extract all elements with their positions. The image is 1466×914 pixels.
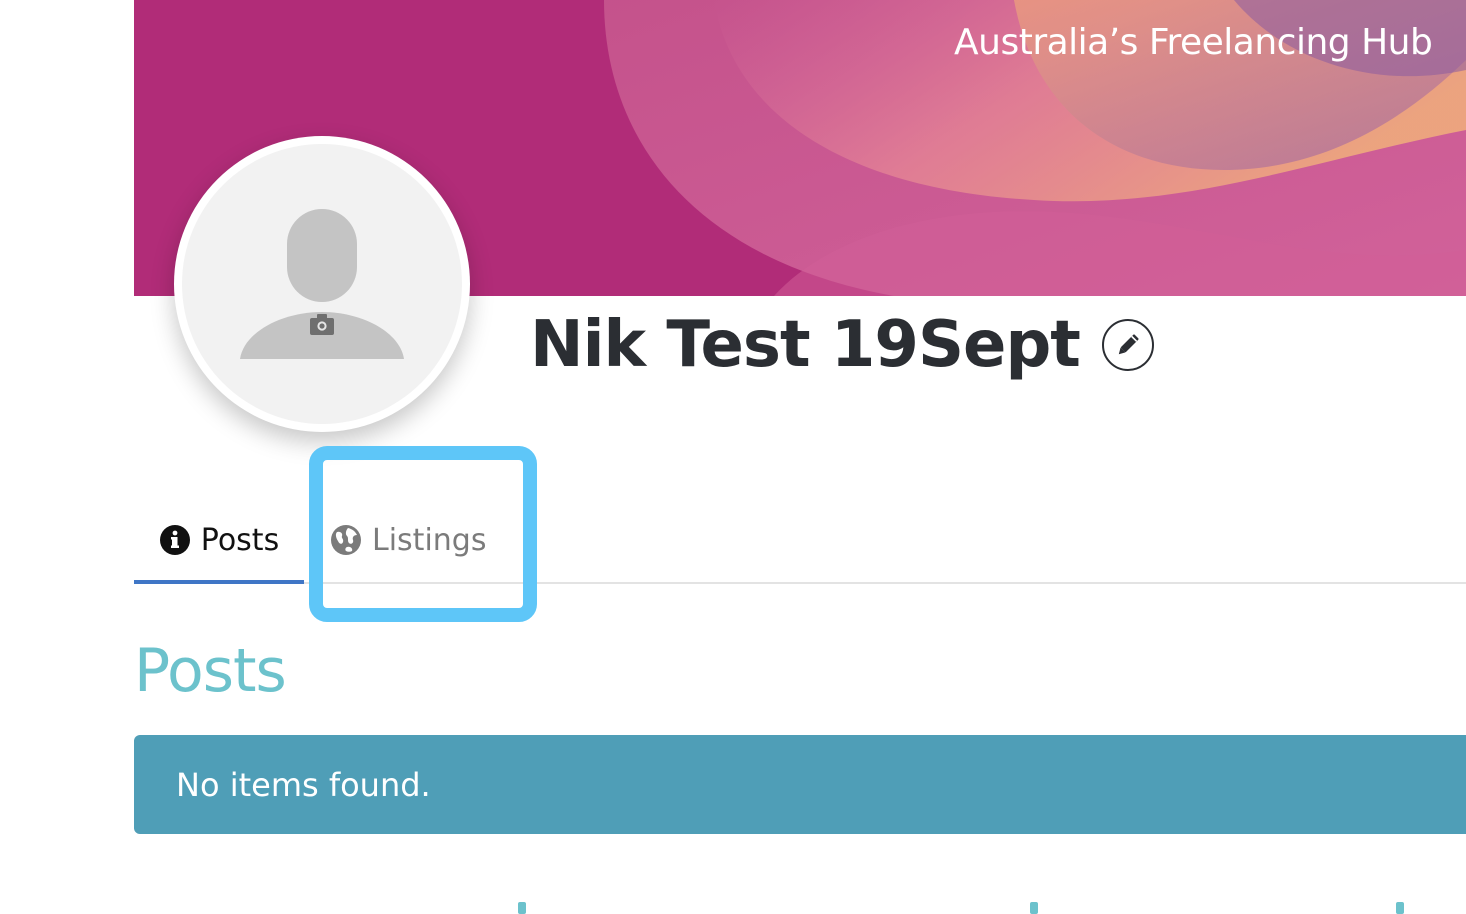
profile-avatar xyxy=(174,136,470,432)
info-circle-icon xyxy=(159,524,191,556)
profile-name: Nik Test 19Sept xyxy=(530,308,1081,382)
profile-tabs: Posts Listings xyxy=(134,496,1466,584)
profile-header: Nik Test 19Sept xyxy=(530,300,1154,390)
pencil-icon xyxy=(1118,334,1139,355)
tab-posts[interactable]: Posts xyxy=(134,496,304,584)
tab-posts-label: Posts xyxy=(200,522,280,558)
tab-listings[interactable]: Listings xyxy=(330,496,486,584)
cover-tagline: Australia’s Freelancing Hub xyxy=(954,22,1433,63)
globe-icon xyxy=(330,524,362,556)
camera-icon[interactable] xyxy=(182,144,462,424)
avatar-upload[interactable] xyxy=(182,144,462,424)
tab-listings-label: Listings xyxy=(372,522,487,558)
posts-section-title: Posts xyxy=(134,636,287,706)
next-section-heading-cutoff xyxy=(500,902,1466,914)
empty-state-alert: No items found. xyxy=(134,735,1466,834)
profile-page: Australia’s Freelancing Hub Nik Test 19S… xyxy=(0,0,1466,914)
edit-name-button[interactable] xyxy=(1101,319,1154,371)
empty-state-message: No items found. xyxy=(176,765,431,804)
